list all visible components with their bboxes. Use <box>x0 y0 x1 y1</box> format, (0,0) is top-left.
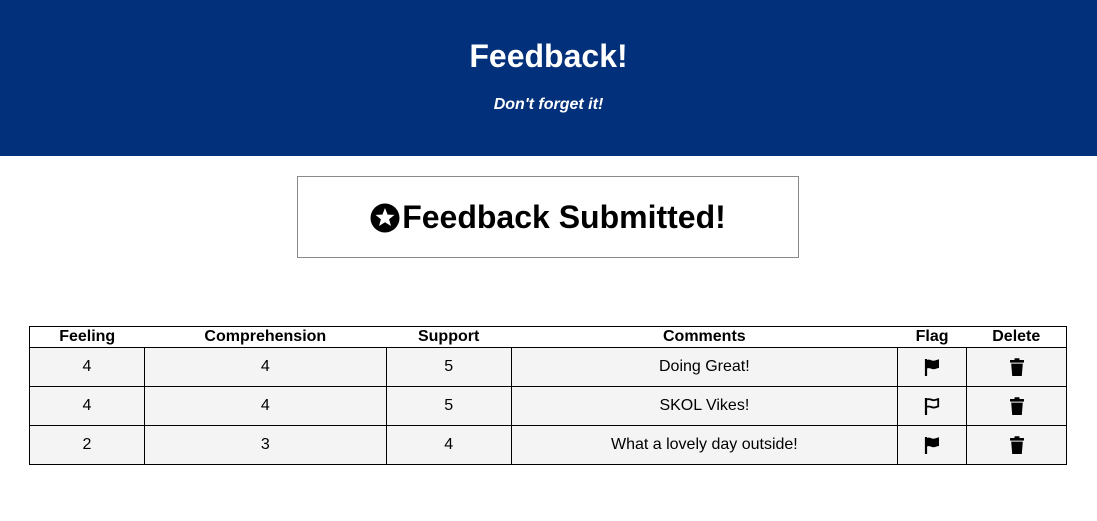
cell-flag <box>897 425 968 465</box>
table-row: 2 3 4 What a lovely day outside! <box>29 425 1067 465</box>
cell-delete <box>966 386 1067 426</box>
cell-feeling: 4 <box>29 386 145 426</box>
cell-support: 4 <box>385 425 512 465</box>
cell-delete <box>966 425 1067 465</box>
cell-comments: Doing Great! <box>510 347 899 387</box>
cell-comprehension: 3 <box>143 425 387 465</box>
feedback-table: Feeling Comprehension Support Comments F… <box>29 326 1067 465</box>
submitted-banner: Feedback Submitted! <box>297 176 799 258</box>
cell-comprehension: 4 <box>143 386 387 426</box>
column-header-comprehension: Comprehension <box>144 326 387 348</box>
page-header: Feedback! Don't forget it! <box>0 0 1097 156</box>
cell-comments: SKOL Vikes! <box>510 386 899 426</box>
cell-support: 5 <box>385 347 512 387</box>
flag-icon[interactable] <box>922 396 942 416</box>
column-header-delete: Delete <box>966 326 1067 348</box>
table-row: 4 4 5 Doing Great! <box>29 347 1067 387</box>
column-header-comments: Comments <box>511 326 898 348</box>
trash-icon[interactable] <box>1007 396 1027 416</box>
table-row: 4 4 5 SKOL Vikes! <box>29 386 1067 426</box>
flag-icon[interactable] <box>922 357 942 377</box>
column-header-flag: Flag <box>897 326 967 348</box>
column-header-support: Support <box>386 326 512 348</box>
page-subtitle: Don't forget it! <box>493 96 604 113</box>
cell-feeling: 2 <box>29 425 145 465</box>
trash-icon[interactable] <box>1007 357 1027 377</box>
trash-icon[interactable] <box>1007 435 1027 455</box>
cell-feeling: 4 <box>29 347 145 387</box>
cell-flag <box>897 386 968 426</box>
submitted-message: Feedback Submitted! <box>402 199 726 235</box>
cell-comprehension: 4 <box>143 347 387 387</box>
cell-flag <box>897 347 968 387</box>
page-title: Feedback! <box>469 38 628 74</box>
column-header-feeling: Feeling <box>29 326 145 348</box>
cell-support: 5 <box>385 386 512 426</box>
cell-delete <box>966 347 1067 387</box>
table-header-row: Feeling Comprehension Support Comments F… <box>29 326 1067 348</box>
star-circle-icon <box>370 203 400 232</box>
flag-icon[interactable] <box>922 435 942 455</box>
cell-comments: What a lovely day outside! <box>510 425 899 465</box>
